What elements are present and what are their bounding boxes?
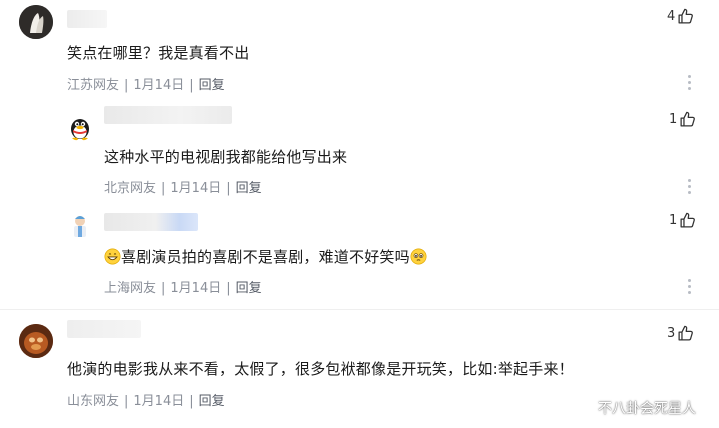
thumbs-up-icon xyxy=(677,8,694,25)
comment-text: 喜剧演员拍的喜剧不是喜剧，难道不好笑吗 xyxy=(121,248,410,266)
username-blurred[interactable] xyxy=(104,213,198,231)
comment-text: 他演的电影我从来不看，太假了，很多包袱都像是开玩笑，比如:举起手来！ xyxy=(67,360,574,378)
comment-location: 江苏网友 xyxy=(67,78,120,93)
comment-location: 上海网友 xyxy=(104,281,157,296)
like-count: 4 xyxy=(667,9,676,24)
like-button[interactable]: 1 xyxy=(669,111,696,128)
comment-location: 北京网友 xyxy=(104,181,157,196)
avatar[interactable] xyxy=(66,212,94,240)
thumbs-up-icon xyxy=(679,212,696,229)
pleading-face-emoji xyxy=(410,248,427,265)
more-vertical-icon[interactable] xyxy=(687,75,691,90)
more-vertical-icon[interactable] xyxy=(687,179,691,194)
comment-item: 4 笑点在哪里？我是真看不出 江苏网友 | 1月14日 | 回复 xyxy=(0,0,719,100)
reply-button[interactable]: 回复 xyxy=(199,394,225,409)
meta-separator: | xyxy=(226,181,231,196)
like-button[interactable]: 1 xyxy=(669,212,696,229)
comment-date: 1月14日 xyxy=(133,394,185,409)
comment-meta: 上海网友 | 1月14日 | 回复 xyxy=(104,277,262,296)
meta-separator: | xyxy=(226,281,231,296)
comment-text-row: 喜剧演员拍的喜剧不是喜剧，难道不好笑吗 xyxy=(104,246,427,267)
meta-separator: | xyxy=(124,78,129,93)
reply-button[interactable]: 回复 xyxy=(236,181,262,196)
thumbs-up-icon xyxy=(679,111,696,128)
more-vertical-icon[interactable] xyxy=(687,279,691,294)
comment-meta: 北京网友 | 1月14日 | 回复 xyxy=(104,177,262,196)
comment-date: 1月14日 xyxy=(170,281,222,296)
watermark: 不八卦会死星人 xyxy=(598,401,696,417)
grinning-face-emoji xyxy=(104,248,121,265)
username-blurred[interactable] xyxy=(104,106,232,124)
comment-meta: 江苏网友 | 1月14日 | 回复 xyxy=(67,74,225,93)
username-blurred[interactable] xyxy=(67,320,141,338)
comment-text: 这种水平的电视剧我都能给他写出来 xyxy=(104,148,348,166)
like-count: 1 xyxy=(669,213,678,228)
comment-item: 3 他演的电影我从来不看，太假了，很多包袱都像是开玩笑，比如:举起手来！ 山东网… xyxy=(0,310,719,428)
comment-meta: 山东网友 | 1月14日 | 回复 xyxy=(67,390,225,409)
like-count: 1 xyxy=(669,112,678,127)
reply-button[interactable]: 回复 xyxy=(199,78,225,93)
reply-item: 1 喜剧演员拍的喜剧不是喜剧，难道不好笑吗 上海网友 | 1月14日 | 回复 xyxy=(0,200,719,300)
meta-separator: | xyxy=(161,281,166,296)
comment-date: 1月14日 xyxy=(133,78,185,93)
avatar[interactable] xyxy=(66,113,94,141)
avatar[interactable] xyxy=(19,5,53,39)
reply-item: 1 这种水平的电视剧我都能给他写出来 北京网友 | 1月14日 | 回复 xyxy=(0,100,719,200)
meta-separator: | xyxy=(189,394,194,409)
comment-location: 山东网友 xyxy=(67,394,120,409)
thumbs-up-icon xyxy=(677,325,694,342)
meta-separator: | xyxy=(124,394,129,409)
like-button[interactable]: 4 xyxy=(667,8,694,25)
meta-separator: | xyxy=(161,181,166,196)
meta-separator: | xyxy=(189,78,194,93)
like-count: 3 xyxy=(667,326,676,341)
avatar[interactable] xyxy=(19,324,53,358)
reply-button[interactable]: 回复 xyxy=(236,281,262,296)
comment-text: 笑点在哪里？我是真看不出 xyxy=(67,44,250,62)
comment-date: 1月14日 xyxy=(170,181,222,196)
like-button[interactable]: 3 xyxy=(667,325,694,342)
username-blurred[interactable] xyxy=(67,10,107,28)
